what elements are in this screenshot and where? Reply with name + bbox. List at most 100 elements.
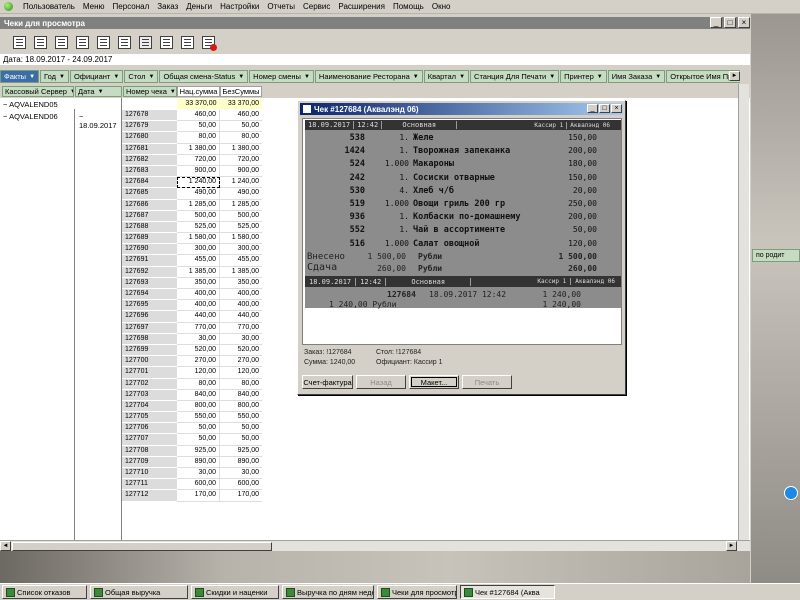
nat-sum-cell[interactable]: 800,00: [177, 400, 220, 413]
no-sum-cell[interactable]: 840,00: [220, 390, 262, 401]
filter-order-name[interactable]: Имя Заказа ▼: [607, 70, 666, 83]
layout-button[interactable]: Макет...: [409, 375, 459, 389]
col-header-no-sum[interactable]: БезСуммы: [220, 86, 262, 97]
nat-sum-cell[interactable]: 30,00: [177, 468, 220, 480]
filter-print-station[interactable]: Станция Для Печати ▼: [470, 70, 560, 83]
no-sum-cell[interactable]: 400,00: [220, 300, 262, 312]
nat-sum-cell[interactable]: 400,00: [177, 289, 220, 301]
check-number-cell[interactable]: 127686: [122, 199, 177, 211]
table-row[interactable]: 127679 50,00 50,00: [122, 121, 262, 133]
nat-sum-cell[interactable]: 300,00: [177, 244, 220, 256]
check-number-cell[interactable]: 127700: [122, 356, 177, 368]
no-sum-cell[interactable]: 1 380,00: [220, 144, 262, 155]
filter-table[interactable]: Стол ▼: [124, 70, 159, 83]
table-row[interactable]: 127694 400,00 400,00: [122, 289, 262, 301]
table-row[interactable]: 127681 1 380,00 1 380,00: [122, 143, 262, 155]
table-row[interactable]: 127680 80,00 80,00: [122, 132, 262, 144]
nat-sum-cell[interactable]: 440,00: [177, 311, 220, 323]
no-sum-cell[interactable]: 925,00: [220, 446, 262, 457]
minimize-button[interactable]: _: [710, 17, 722, 28]
nat-sum-cell[interactable]: 1 580,00: [177, 233, 220, 245]
no-sum-cell[interactable]: 600,00: [220, 479, 262, 491]
server-node-05[interactable]: − AQVALEND05: [3, 100, 58, 109]
no-sum-cell[interactable]: 30,00: [220, 468, 262, 480]
scroll-right-button[interactable]: ►: [726, 541, 737, 551]
no-sum-cell[interactable]: 1 580,00: [220, 233, 262, 245]
nat-sum-cell[interactable]: 455,00: [177, 255, 220, 267]
task-refusals[interactable]: Список отказов: [2, 585, 87, 599]
no-sum-cell[interactable]: 400,00: [220, 289, 262, 301]
dialog-maximize-button[interactable]: □: [599, 104, 610, 113]
check-number-cell[interactable]: 127693: [122, 277, 177, 289]
no-sum-cell[interactable]: 500,00: [220, 211, 262, 222]
menu-user[interactable]: Пользователь: [23, 2, 75, 11]
no-sum-cell[interactable]: 1 240,00: [220, 177, 262, 189]
nat-sum-cell[interactable]: 1 285,00: [177, 199, 220, 211]
back-button[interactable]: Назад: [356, 375, 406, 389]
nat-sum-cell[interactable]: 50,00: [177, 423, 220, 435]
table-row[interactable]: 127690 300,00 300,00: [122, 244, 262, 256]
no-sum-cell[interactable]: 50,00: [220, 121, 262, 133]
table-row[interactable]: 127687 500,00 500,00: [122, 210, 262, 222]
task-discounts[interactable]: Скидки и наценки: [191, 585, 279, 599]
filter-printer[interactable]: Принтер ▼: [560, 70, 607, 83]
nat-sum-cell[interactable]: 170,00: [177, 490, 220, 502]
menu-staff[interactable]: Персонал: [113, 2, 150, 11]
table-row[interactable]: 127704 800,00 800,00: [122, 400, 262, 413]
nat-sum-cell[interactable]: 1 385,00: [177, 266, 220, 278]
check-number-cell[interactable]: 127692: [122, 266, 177, 278]
nat-sum-cell[interactable]: 120,00: [177, 367, 220, 379]
check-number-cell[interactable]: 127687: [122, 210, 177, 222]
table-row[interactable]: 127705 550,00 550,00: [122, 412, 262, 424]
toolbar-add-button[interactable]: [10, 34, 28, 51]
filter-year[interactable]: Год ▼: [40, 70, 69, 83]
check-number-cell[interactable]: 127688: [122, 221, 177, 234]
nat-sum-cell[interactable]: 50,00: [177, 434, 220, 446]
server-node-06[interactable]: − AQVALEND06: [3, 112, 58, 121]
filter-shift-status[interactable]: Общая смена-Status ▼: [159, 70, 249, 83]
no-sum-cell[interactable]: 550,00: [220, 412, 262, 424]
nat-sum-cell[interactable]: 720,00: [177, 154, 220, 166]
filter-waiter[interactable]: Официант ▼: [69, 70, 124, 83]
check-number-cell[interactable]: 127698: [122, 333, 177, 345]
check-number-cell[interactable]: 127695: [122, 300, 177, 312]
check-number-cell[interactable]: 127697: [122, 322, 177, 334]
maximize-button[interactable]: □: [724, 17, 736, 28]
check-number-cell[interactable]: 127705: [122, 412, 177, 424]
check-number-cell[interactable]: 127683: [122, 165, 177, 178]
nat-sum-cell[interactable]: 80,00: [177, 132, 220, 144]
table-row[interactable]: 127711 600,00 600,00: [122, 479, 262, 491]
check-number-cell[interactable]: 127681: [122, 143, 177, 155]
nat-sum-cell[interactable]: 770,00: [177, 322, 220, 334]
check-number-cell[interactable]: 127702: [122, 378, 177, 390]
no-sum-cell[interactable]: 50,00: [220, 434, 262, 446]
table-row[interactable]: 127696 440,00 440,00: [122, 311, 262, 323]
check-number-cell[interactable]: 127711: [122, 479, 177, 491]
nat-sum-cell[interactable]: 270,00: [177, 356, 220, 368]
toolbar-report1-button[interactable]: [31, 34, 49, 51]
close-button[interactable]: ×: [738, 17, 750, 28]
nat-sum-cell[interactable]: 900,00: [177, 165, 220, 178]
table-row[interactable]: 127688 525,00 525,00: [122, 221, 262, 234]
menu-settings[interactable]: Настройки: [220, 2, 259, 11]
toolbar-report4-button[interactable]: [94, 34, 112, 51]
no-sum-cell[interactable]: 80,00: [220, 132, 262, 144]
date-node[interactable]: − 18.09.2017: [79, 112, 121, 130]
toolbar-grid1-button[interactable]: [136, 34, 154, 51]
nat-sum-cell[interactable]: 520,00: [177, 344, 220, 357]
table-row[interactable]: 127701 120,00 120,00: [122, 367, 262, 379]
no-sum-cell[interactable]: 520,00: [220, 345, 262, 357]
no-sum-cell[interactable]: 350,00: [220, 278, 262, 289]
table-row[interactable]: 127708 925,00 925,00: [122, 445, 262, 457]
check-number-cell[interactable]: 127680: [122, 132, 177, 144]
toolbar-report3-button[interactable]: [73, 34, 91, 51]
menu-menu[interactable]: Меню: [83, 2, 105, 11]
table-row[interactable]: 127702 80,00 80,00: [122, 378, 262, 390]
col-header-date[interactable]: Дата ▼: [75, 86, 122, 97]
no-sum-cell[interactable]: 525,00: [220, 222, 262, 234]
table-row[interactable]: 127693 350,00 350,00: [122, 277, 262, 289]
table-row[interactable]: 127686 1 285,00 1 285,00: [122, 199, 262, 211]
check-number-cell[interactable]: 127699: [122, 344, 177, 357]
filter-scroll-right-button[interactable]: ►: [729, 71, 740, 81]
nat-sum-cell[interactable]: 500,00: [177, 210, 220, 222]
